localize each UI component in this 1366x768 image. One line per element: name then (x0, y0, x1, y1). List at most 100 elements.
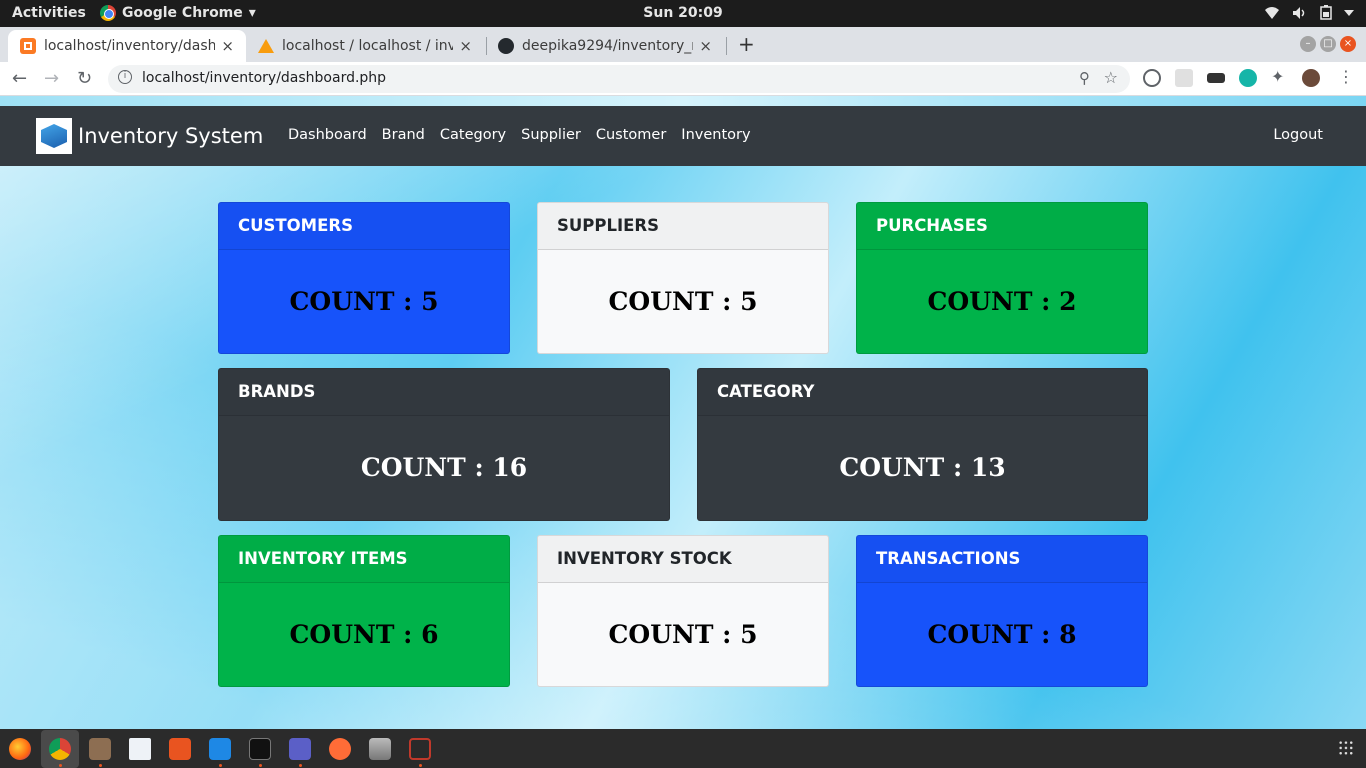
url-text: localhost/inventory/dashboard.php (142, 70, 387, 86)
puzzle-icon[interactable]: ✦ (1271, 67, 1289, 86)
close-icon[interactable]: × (459, 37, 472, 55)
close-window-icon[interactable]: × (1340, 36, 1356, 52)
extension-icon[interactable] (1175, 69, 1193, 87)
nav-link-inventory[interactable]: Inventory (681, 127, 750, 143)
card-count: COUNT : 6 (289, 620, 439, 649)
card-title: INVENTORY STOCK (538, 536, 828, 583)
running-indicator (219, 764, 222, 767)
chevron-down-icon (1344, 9, 1354, 16)
back-icon[interactable]: ← (12, 68, 27, 89)
terminal-icon[interactable] (249, 738, 271, 760)
logout-link[interactable]: Logout (1273, 127, 1323, 143)
card-count: COUNT : 5 (608, 287, 758, 316)
app-menu-label: Google Chrome (122, 5, 243, 21)
xampp-icon (20, 38, 36, 54)
avatar[interactable] (1302, 69, 1320, 87)
tab-title: localhost / localhost / inventory (282, 38, 454, 54)
phpmyadmin-icon (258, 39, 274, 53)
tab-strip: localhost/inventory/dashboard.php × loca… (0, 27, 1366, 62)
reload-icon[interactable]: ↻ (77, 68, 92, 89)
card-count: COUNT : 2 (927, 287, 1077, 316)
browser-toolbar: ← → ↻ i localhost/inventory/dashboard.ph… (0, 62, 1366, 96)
card-count: COUNT : 13 (839, 453, 1006, 482)
nav-link-category[interactable]: Category (440, 127, 506, 143)
card-title: INVENTORY ITEMS (219, 536, 509, 583)
close-icon[interactable]: × (221, 37, 234, 55)
app-menu[interactable]: Google Chrome ▾ (100, 5, 256, 21)
vscode-icon[interactable] (209, 738, 231, 760)
card-title: CATEGORY (698, 369, 1147, 416)
card-title: CUSTOMERS (219, 203, 509, 250)
bookmark-star-icon[interactable]: ☆ (1104, 68, 1118, 87)
screen-recorder-icon[interactable] (409, 738, 431, 760)
tab-dashboard[interactable]: localhost/inventory/dashboard.php × (8, 30, 246, 62)
volume-icon (1293, 6, 1305, 19)
address-bar[interactable]: i localhost/inventory/dashboard.php ⚲ ☆ (108, 65, 1130, 93)
purchases-card[interactable]: PURCHASES COUNT : 2 (856, 202, 1148, 354)
suppliers-card[interactable]: SUPPLIERS COUNT : 5 (537, 202, 829, 354)
extension-icon[interactable] (1143, 69, 1161, 87)
customers-card[interactable]: CUSTOMERS COUNT : 5 (218, 202, 510, 354)
card-title: BRANDS (219, 369, 669, 416)
postman-icon[interactable] (329, 738, 351, 760)
transactions-card[interactable]: TRANSACTIONS COUNT : 8 (856, 535, 1148, 687)
running-indicator (259, 764, 262, 767)
card-title: SUPPLIERS (538, 203, 828, 250)
card-count: COUNT : 16 (360, 453, 528, 482)
page-viewport: Inventory System Dashboard Brand Categor… (0, 96, 1366, 729)
firefox-icon[interactable] (9, 738, 31, 760)
card-title: PURCHASES (857, 203, 1147, 250)
chevron-down-icon: ▾ (248, 5, 256, 21)
github-icon (498, 38, 514, 54)
running-indicator (419, 764, 422, 767)
tab-phpmyadmin[interactable]: localhost / localhost / inventory × (246, 30, 484, 62)
brand-title: Inventory System (78, 124, 264, 148)
nav-link-supplier[interactable]: Supplier (521, 127, 581, 143)
dock (0, 729, 1366, 768)
close-icon[interactable]: × (699, 37, 712, 55)
incognito-extension-icon[interactable] (1207, 73, 1225, 83)
battery-icon (1320, 5, 1332, 20)
background-strip (0, 96, 1366, 106)
wifi-icon (1265, 6, 1279, 19)
maximize-icon[interactable]: □ (1320, 36, 1336, 52)
teams-icon[interactable] (289, 738, 311, 760)
tab-title: localhost/inventory/dashboard.php (43, 38, 216, 54)
window-controls: – □ × (1300, 36, 1356, 52)
running-indicator (59, 764, 62, 767)
nav-link-brand[interactable]: Brand (382, 127, 425, 143)
software-center-icon[interactable] (169, 738, 191, 760)
app-navbar: Inventory System Dashboard Brand Categor… (0, 106, 1366, 166)
tab-github[interactable]: deepika9294/inventory_management × (486, 30, 724, 62)
running-indicator (99, 764, 102, 767)
card-count: COUNT : 8 (927, 620, 1077, 649)
minimize-icon[interactable]: – (1300, 36, 1316, 52)
card-title: TRANSACTIONS (857, 536, 1147, 583)
brand[interactable]: Inventory System (36, 118, 263, 154)
tab-separator (726, 37, 727, 55)
menu-icon[interactable]: ⋮ (1338, 67, 1356, 86)
running-indicator (299, 764, 302, 767)
new-tab-button[interactable]: + (738, 32, 755, 56)
zoom-icon[interactable]: ⚲ (1079, 69, 1090, 87)
system-top-bar: Activities Google Chrome ▾ Sun 20:09 (0, 0, 1366, 27)
files-icon[interactable] (89, 738, 111, 760)
chrome-icon (100, 5, 116, 21)
chrome-icon[interactable] (49, 738, 71, 760)
info-icon[interactable]: i (118, 70, 132, 84)
system-tray[interactable] (1264, 5, 1354, 20)
inventory-stock-card[interactable]: INVENTORY STOCK COUNT : 5 (537, 535, 829, 687)
category-card[interactable]: CATEGORY COUNT : 13 (697, 368, 1148, 521)
nav-link-customer[interactable]: Customer (596, 127, 666, 143)
extension-icon[interactable] (1239, 69, 1257, 87)
forward-icon[interactable]: → (44, 68, 59, 89)
logo-icon (36, 118, 72, 154)
brands-card[interactable]: BRANDS COUNT : 16 (218, 368, 670, 521)
card-count: COUNT : 5 (289, 287, 439, 316)
activities-button[interactable]: Activities (12, 5, 86, 21)
nav-link-dashboard[interactable]: Dashboard (288, 127, 367, 143)
document-viewer-icon[interactable] (129, 738, 151, 760)
show-applications-icon[interactable] (1338, 740, 1354, 756)
database-icon[interactable] (369, 738, 391, 760)
inventory-items-card[interactable]: INVENTORY ITEMS COUNT : 6 (218, 535, 510, 687)
